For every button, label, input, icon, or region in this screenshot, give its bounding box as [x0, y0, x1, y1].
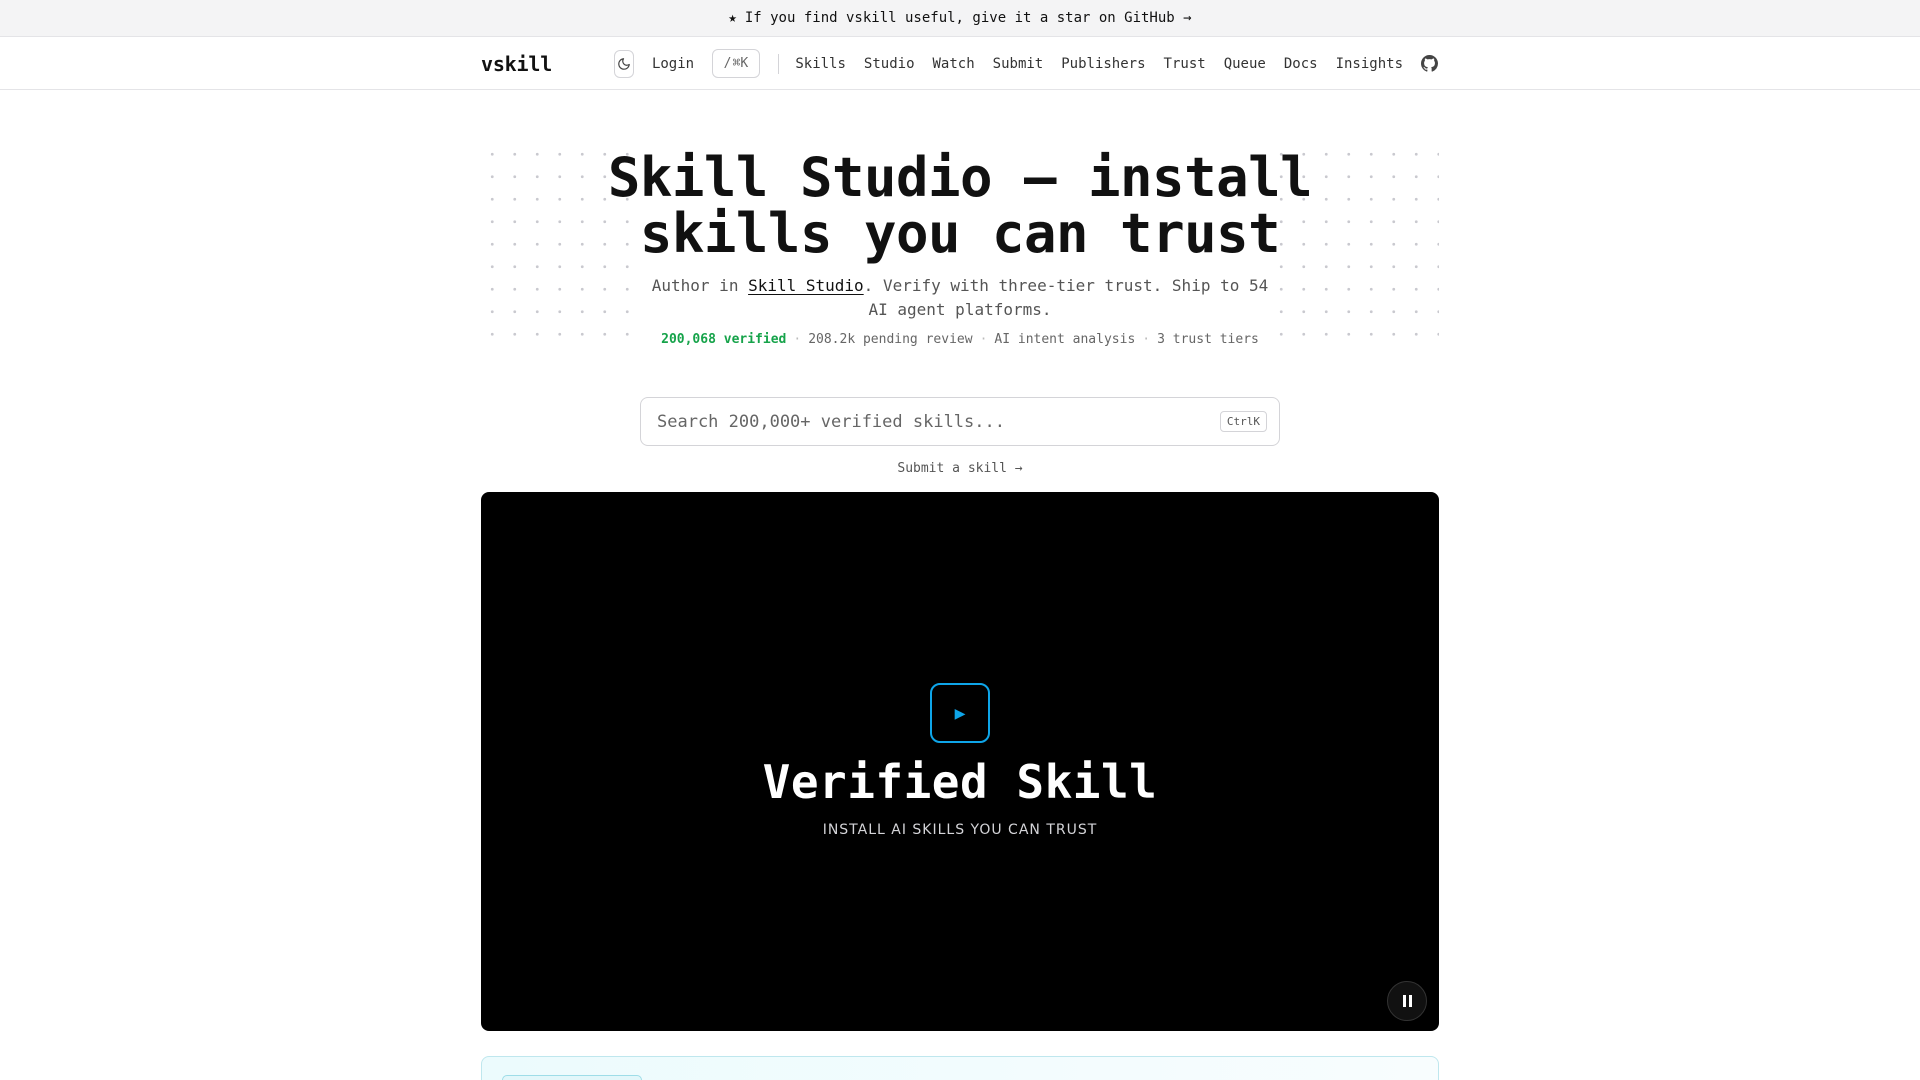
moon-icon — [618, 57, 630, 70]
submit-skill-link[interactable]: Submit a skill → — [760, 461, 1160, 476]
hero-subtitle: Author in Skill Studio. Verify with thre… — [640, 274, 1280, 322]
nav-link-watch[interactable]: Watch — [933, 56, 975, 72]
pause-icon-bar — [1402, 995, 1406, 1007]
skill-studio-link[interactable]: Skill Studio — [748, 276, 864, 295]
stats-separator: · — [793, 332, 802, 347]
next-section-card — [481, 1056, 1439, 1080]
video-tagline: INSTALL AI SKILLS YOU CAN TRUST — [822, 822, 1098, 838]
pause-icon-bar — [1408, 995, 1412, 1007]
nav-link-queue[interactable]: Queue — [1224, 56, 1266, 72]
intent-analysis: AI intent analysis — [994, 332, 1136, 347]
nav-links: Skills Studio Watch Submit Publishers Tr… — [795, 55, 1439, 73]
play-icon[interactable]: ▶ — [930, 683, 990, 743]
nav-link-trust[interactable]: Trust — [1164, 56, 1206, 72]
pending-count: 208.2k pending review — [808, 332, 973, 347]
github-icon[interactable] — [1421, 55, 1439, 73]
pause-button[interactable] — [1387, 981, 1427, 1021]
verified-count: 200,068 verified — [661, 332, 787, 347]
page-title: Skill Studio — install skills you can tr… — [607, 146, 1313, 265]
video-title: Verified Skill — [762, 755, 1158, 809]
nav-link-publishers[interactable]: Publishers — [1061, 56, 1145, 72]
command-search-button[interactable]: / ⌘K — [712, 49, 760, 78]
search-shortcut-badge: CtrlK — [1219, 411, 1267, 432]
stats-separator: · — [979, 332, 988, 347]
stats-separator: · — [1142, 332, 1151, 347]
slash-key: / — [723, 56, 732, 71]
hero-sub-prefix: Author in — [651, 276, 749, 295]
cmd-k-key: ⌘K — [732, 56, 749, 71]
nav-divider — [777, 53, 779, 74]
nav-link-insights[interactable]: Insights — [1336, 56, 1403, 72]
login-link[interactable]: Login — [652, 56, 694, 72]
hero-sub-suffix: . Verify with three-tier trust. Ship to … — [863, 276, 1269, 319]
top-nav: vskill Login / ⌘K Skills Studio Watch Su… — [0, 37, 1920, 90]
nav-link-docs[interactable]: Docs — [1284, 56, 1318, 72]
banner-text: If you find vskill useful, give it a sta… — [744, 10, 1192, 26]
stats-row: 200,068 verified · 208.2k pending review · A… — [560, 332, 1360, 347]
video-player[interactable]: ▶ Verified Skill INSTALL AI SKILLS YOU C… — [481, 492, 1439, 1031]
section-chip — [502, 1075, 642, 1080]
search-input[interactable] — [657, 411, 1220, 432]
trust-tiers: 3 trust tiers — [1157, 332, 1259, 347]
nav-link-submit[interactable]: Submit — [993, 56, 1044, 72]
nav-link-skills[interactable]: Skills — [795, 56, 846, 72]
star-icon: ★ — [728, 10, 737, 26]
theme-toggle-button[interactable] — [614, 49, 634, 78]
logo[interactable]: vskill — [481, 52, 552, 76]
github-star-banner[interactable]: ★ If you find vskill useful, give it a s… — [0, 0, 1920, 37]
skill-search-box[interactable]: CtrlK — [640, 397, 1280, 446]
nav-link-studio[interactable]: Studio — [864, 56, 915, 72]
